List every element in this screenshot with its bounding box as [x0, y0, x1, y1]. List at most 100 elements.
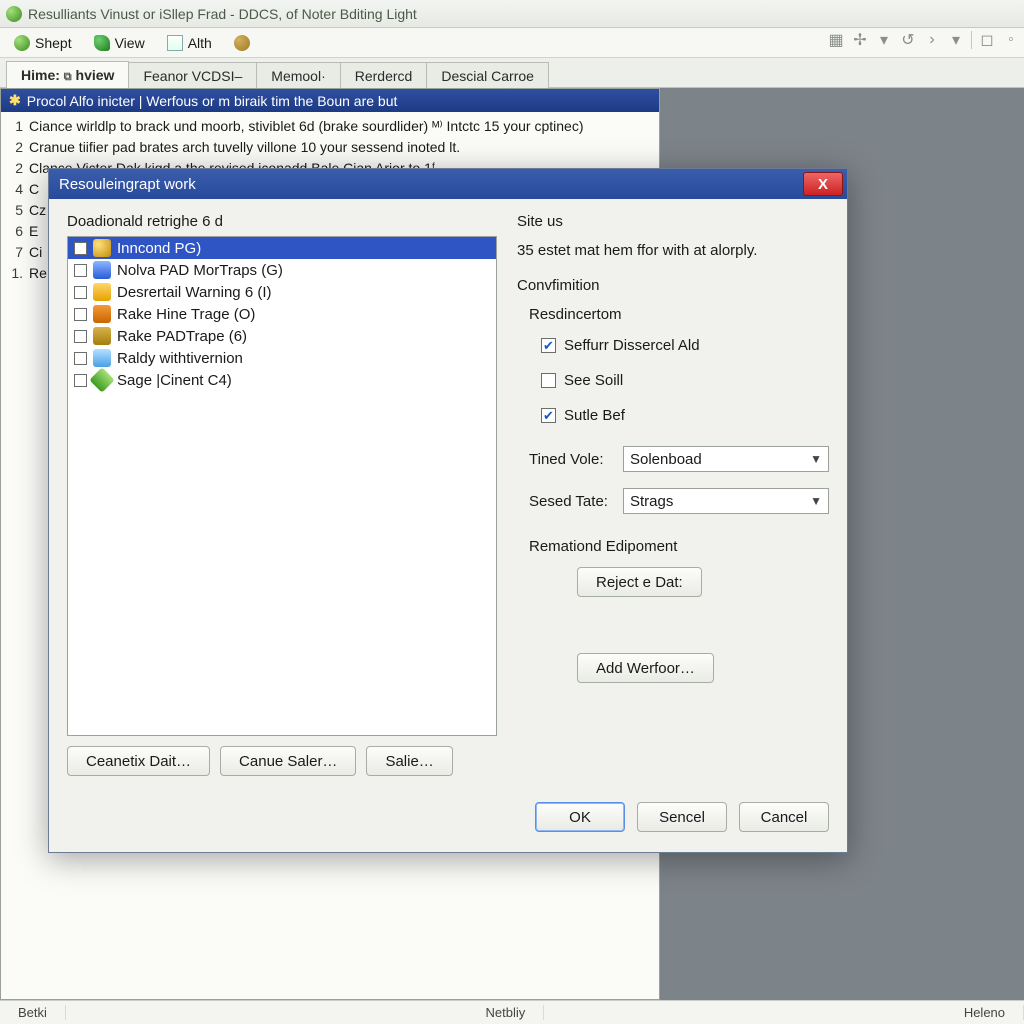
sencel-button[interactable]: Sencel — [637, 802, 727, 832]
app-icon — [6, 6, 22, 22]
ok-button[interactable]: OK — [535, 802, 625, 832]
left-panel-label: Doadionald retrighe 6 d — [67, 213, 497, 230]
bolt-icon: ✱ — [9, 92, 21, 109]
line-number: 7 — [9, 242, 23, 263]
line-number: 4 — [9, 179, 23, 200]
tool-next-icon[interactable]: › — [923, 31, 941, 49]
dialog-titlebar[interactable]: Resouleingrapt work X — [49, 169, 847, 199]
module-icon — [93, 261, 111, 279]
toolbar-right: ▦ ✢ ▾ ↺ › ▾ ◻ ◦ — [827, 30, 1020, 50]
ceanetix-button[interactable]: Ceanetix Dait… — [67, 746, 210, 776]
tool-more-icon[interactable]: ▾ — [947, 30, 965, 50]
dialog-left-panel: Doadionald retrighe 6 d Inncond PG) Nolv… — [67, 213, 497, 776]
checkbox-icon[interactable] — [74, 286, 87, 299]
list-item[interactable]: Desrertail Warning 6 (I) — [68, 281, 496, 303]
tool-grid-icon[interactable]: ▦ — [827, 30, 845, 50]
document-header: ✱ Procol Alfo inicter | Werfous or m bir… — [1, 89, 659, 112]
menu-label: Shept — [35, 35, 72, 51]
status-cell: Betki — [0, 1005, 66, 1020]
module-icon — [93, 327, 111, 345]
dialog-footer: OK Sencel Cancel — [49, 784, 847, 852]
list-item[interactable]: Rake PADTrape (6) — [68, 325, 496, 347]
checkbox-label: See Soill — [564, 372, 623, 389]
window-titlebar: Resulliants Vinust or iSllep Frad - DDCS… — [0, 0, 1024, 28]
checkbox-icon[interactable] — [74, 242, 87, 255]
dialog-right-panel: Site us 35 estet mat hem ffor with at al… — [517, 213, 829, 776]
line-number: 6 — [9, 221, 23, 242]
sesed-combobox[interactable]: Strags ▼ — [623, 488, 829, 514]
tab-glyph: ⧉ — [64, 71, 72, 83]
tab-home[interactable]: Hime: ⧉ hview — [6, 61, 129, 88]
chevron-down-icon: ▼ — [810, 494, 822, 508]
chevron-down-icon: ▼ — [810, 452, 822, 466]
menu-extra[interactable] — [224, 32, 260, 54]
tined-combobox[interactable]: Solenboad ▼ — [623, 446, 829, 472]
list-item[interactable]: Inncond PG) — [68, 237, 496, 259]
add-werfoot-button[interactable]: Add Werfoor… — [577, 653, 714, 683]
tool-refresh-icon[interactable]: ↺ — [899, 30, 917, 50]
tool-help-icon[interactable]: ◦ — [1002, 31, 1020, 49]
module-icon — [93, 283, 111, 301]
tab-descial[interactable]: Descial Carroe — [426, 62, 549, 88]
checkbox-icon[interactable] — [74, 264, 87, 277]
right-panel-hint: 35 estet mat hem ffor with at alorply. — [517, 242, 829, 259]
menu-view[interactable]: View — [84, 32, 155, 54]
checkbox-label: Sutle Bef — [564, 407, 625, 424]
sesed-label: Sesed Tate: — [529, 493, 615, 510]
window-title: Resulliants Vinust or iSllep Frad - DDCS… — [28, 6, 417, 22]
line-number: 1. — [9, 263, 23, 284]
canue-button[interactable]: Canue Saler… — [220, 746, 356, 776]
tool-window-icon[interactable]: ◻ — [978, 30, 996, 50]
module-icon — [93, 305, 111, 323]
list-item[interactable]: Sage |Cinent C4) — [68, 369, 496, 391]
line-number: 2 — [9, 137, 23, 158]
check-row: Sutle Bef — [541, 407, 829, 424]
line-text: Cranue tiifier pad brates arch tuvelly v… — [29, 137, 460, 158]
tab-rerdercd[interactable]: Rerdercd — [340, 62, 428, 88]
list-item[interactable]: Rake Hine Trage (O) — [68, 303, 496, 325]
tab-label: Memool· — [271, 68, 325, 84]
checkbox-icon[interactable] — [74, 308, 87, 321]
item-listbox[interactable]: Inncond PG) Nolva PAD MorTraps (G) Desre… — [67, 236, 497, 736]
checkbox-icon[interactable] — [74, 330, 87, 343]
line-number: 5 — [9, 200, 23, 221]
checkbox[interactable] — [541, 408, 556, 423]
list-item[interactable]: Nolva PAD MorTraps (G) — [68, 259, 496, 281]
line-text: Ciance wirldlp to brack und moorb, stivi… — [29, 116, 584, 137]
tab-label: Descial Carroe — [441, 68, 534, 84]
list-item-label: Rake PADTrape (6) — [117, 328, 247, 345]
menu-alth[interactable]: Alth — [157, 32, 222, 54]
document-header-text: Procol Alfo inicter | Werfous or m birai… — [27, 93, 398, 109]
checkbox-icon[interactable] — [74, 374, 87, 387]
check-row: See Soill — [541, 372, 829, 389]
form-row: Sesed Tate: Strags ▼ — [529, 488, 829, 514]
tab-feanor[interactable]: Feanor VCDSI– — [128, 62, 257, 88]
left-button-row: Ceanetix Dait… Canue Saler… Salie… — [67, 746, 497, 776]
module-icon — [89, 367, 114, 392]
reject-button[interactable]: Reject e Dat: — [577, 567, 702, 597]
line-text: C — [29, 179, 39, 200]
line-text: Ci — [29, 242, 42, 263]
doc-line: 1Ciance wirldlp to brack und moorb, stiv… — [9, 116, 651, 137]
checkbox-icon[interactable] — [74, 352, 87, 365]
tool-add-icon[interactable]: ✢ — [851, 30, 869, 50]
status-cell: Heleno — [946, 1005, 1024, 1020]
salie-button[interactable]: Salie… — [366, 746, 452, 776]
menu-shept[interactable]: Shept — [4, 32, 82, 54]
doc-line: 2 Cranue tiifier pad brates arch tuvelly … — [9, 137, 651, 158]
dialog: Resouleingrapt work X Doadionald retrigh… — [48, 168, 848, 853]
check-row: Seffurr Dissercel Ald — [541, 337, 829, 354]
checkbox[interactable] — [541, 373, 556, 388]
combo-value: Strags — [630, 493, 673, 510]
tab-memool[interactable]: Memool· — [256, 62, 340, 88]
document-icon — [167, 35, 183, 51]
status-cell: Netbliy — [467, 1005, 544, 1020]
cancel-button[interactable]: Cancel — [739, 802, 829, 832]
checkbox-label: Seffurr Dissercel Ald — [564, 337, 700, 354]
close-button[interactable]: X — [803, 172, 843, 196]
checkbox[interactable] — [541, 338, 556, 353]
list-item[interactable]: Raldy withtivernion — [68, 347, 496, 369]
line-text: Cz — [29, 200, 46, 221]
tool-dropdown-icon[interactable]: ▾ — [875, 30, 893, 50]
close-icon: X — [818, 176, 828, 193]
